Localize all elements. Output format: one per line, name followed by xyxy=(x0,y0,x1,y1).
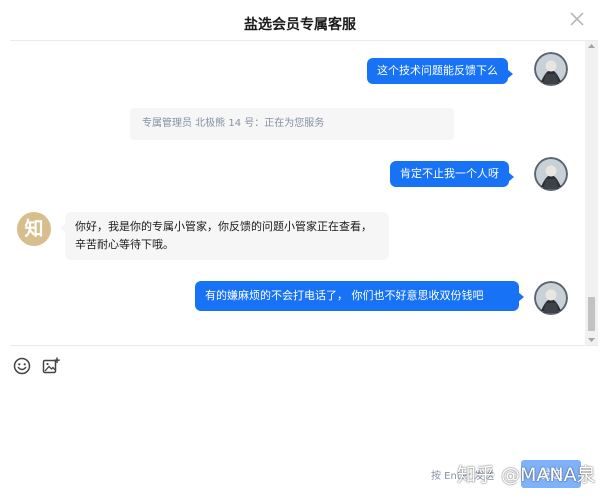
chat-message-list[interactable]: 这个技术问题能反馈下么 专属管理员 北极熊 14 号：正在为您服务 肯定不止我一… xyxy=(10,40,598,346)
message-bubble-user: 有的嫌麻烦的不会打电话了， 你们也不好意思收双份钱吧 xyxy=(195,281,524,311)
watermark: 知乎 @MANA泉 xyxy=(457,464,596,486)
scroll-up-arrow-icon[interactable] xyxy=(585,41,598,51)
dialog-title: 盐选会员专属客服 xyxy=(244,17,356,33)
emoji-icon[interactable] xyxy=(12,356,32,376)
user-avatar[interactable] xyxy=(534,52,568,86)
scroll-down-arrow-icon[interactable] xyxy=(585,335,598,345)
message-bubble-agent: 你好，我是你的专属小管家，你反馈的问题小管家正在查看，辛苦耐心等待下哦。 xyxy=(60,212,389,260)
user-avatar[interactable] xyxy=(534,157,568,191)
agent-avatar[interactable]: 知 xyxy=(17,212,51,246)
scrollbar[interactable] xyxy=(585,41,598,345)
image-upload-icon[interactable] xyxy=(41,356,61,376)
user-avatar-image xyxy=(534,157,568,191)
message-bubble-user: 肯定不止我一个人呀 xyxy=(390,161,514,187)
message-bubble-user: 这个技术问题能反馈下么 xyxy=(367,58,513,84)
user-avatar-image xyxy=(534,52,568,86)
system-notice: 专属管理员 北极熊 14 号：正在为您服务 xyxy=(130,108,454,140)
scrollbar-thumb[interactable] xyxy=(588,297,595,331)
close-icon[interactable] xyxy=(568,10,586,28)
user-avatar[interactable] xyxy=(534,281,568,315)
user-avatar-image xyxy=(534,281,568,315)
